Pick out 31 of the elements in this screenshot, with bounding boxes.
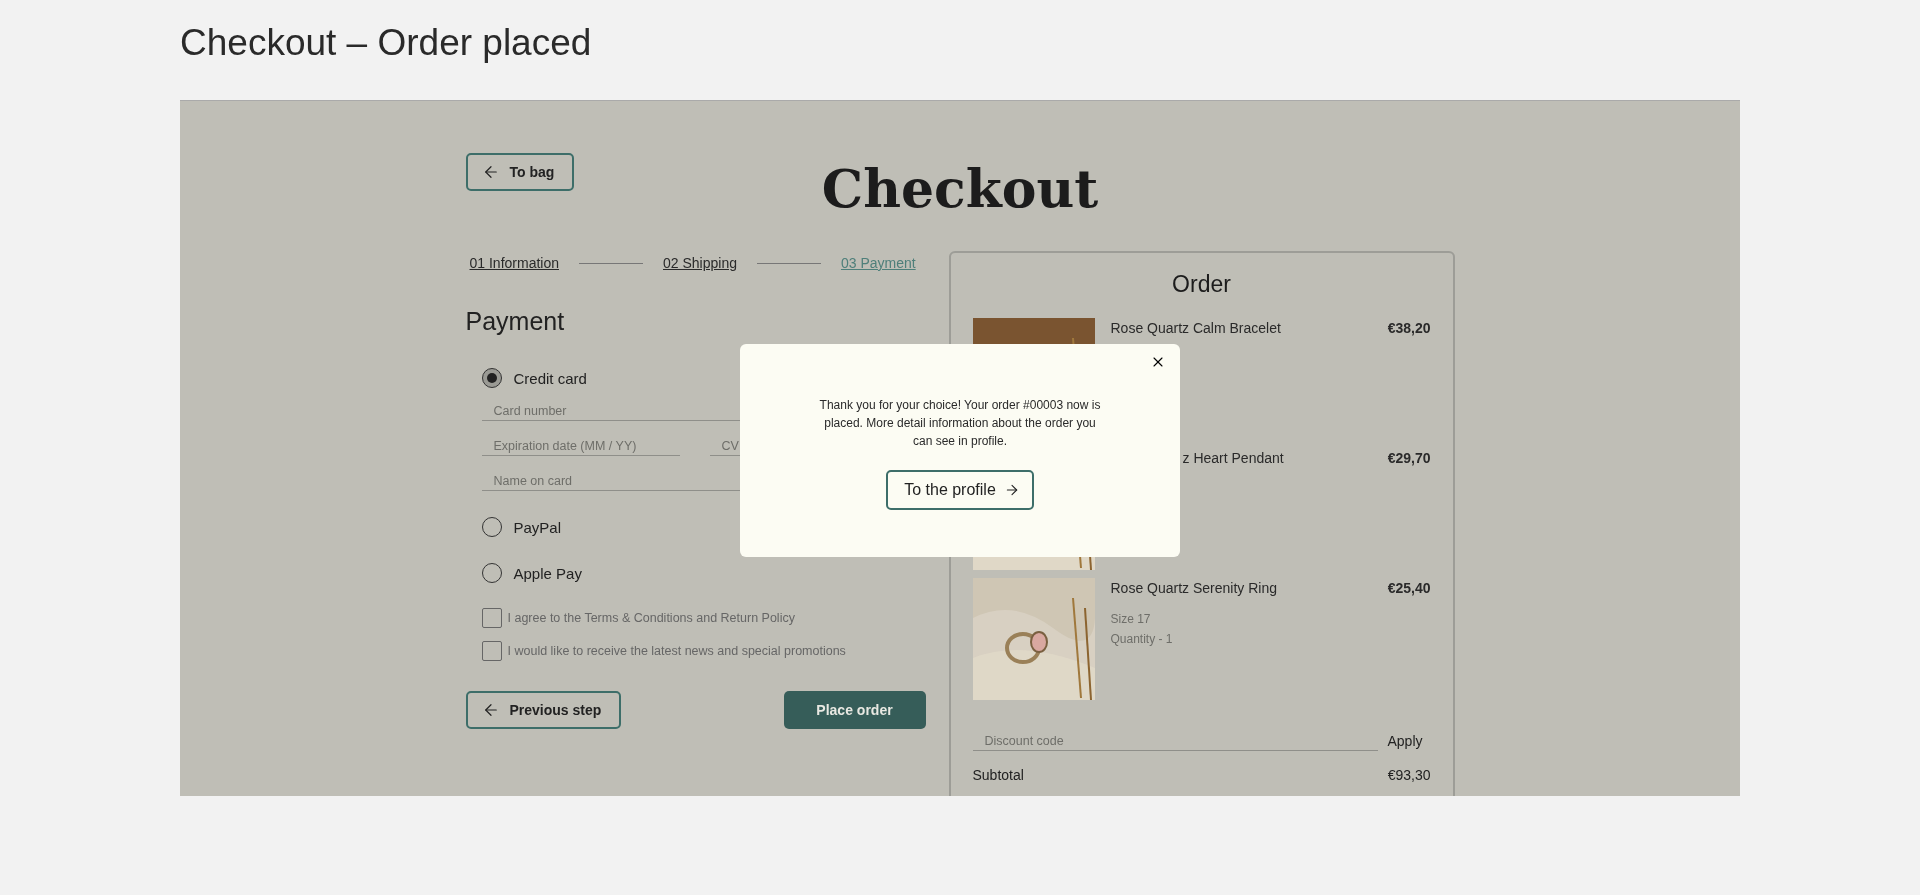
product-name: Rose Quartz Calm Bracelet xyxy=(1110,320,1282,336)
checkbox-label: I agree to the Terms & Conditions and Return Policy xyxy=(507,611,795,625)
product-price: €29,70 xyxy=(1387,450,1431,468)
subtotal-label: Subtotal xyxy=(972,767,1024,783)
checkout-heading: Checkout xyxy=(821,157,1099,215)
back-button[interactable]: To bag xyxy=(465,153,575,191)
product-price: €25,40 xyxy=(1387,580,1431,598)
apply-button[interactable]: Apply xyxy=(1387,733,1423,751)
page-title: Checkout – Order placed xyxy=(179,21,593,65)
product-size: Size 17 xyxy=(1110,612,1152,626)
place-order-button[interactable]: Place order xyxy=(783,691,926,729)
product-price: €38,20 xyxy=(1387,320,1431,338)
panel-title: Order xyxy=(1171,271,1232,298)
checkbox[interactable] xyxy=(481,641,502,661)
product-name: Rose Quartz Serenity Ring xyxy=(1110,580,1279,596)
checkbox[interactable] xyxy=(481,608,502,628)
product-quantity: Quantity - 1 xyxy=(1110,632,1174,646)
radio-label: Credit card xyxy=(513,369,587,387)
section-title: Payment xyxy=(465,307,566,336)
checkbox-label: I would like to receive the latest news and special promotions xyxy=(507,644,846,658)
radio-label: PayPal xyxy=(513,518,562,536)
subtotal-value: €93,30 xyxy=(1387,767,1431,783)
radio-label: Apple Pay xyxy=(513,564,582,582)
discount-field[interactable]: Discount code xyxy=(972,730,1378,751)
product-name: z Heart Pendant xyxy=(1182,450,1285,466)
radio-button[interactable] xyxy=(481,368,502,388)
input-field[interactable]: Expiration date (MM / YY) xyxy=(481,435,680,456)
profile-button[interactable]: To the profile xyxy=(886,470,1034,510)
step-link[interactable]: 02 Shipping xyxy=(663,255,737,271)
previous-step-button[interactable]: Previous step xyxy=(465,691,622,729)
step-link[interactable]: 01 Information xyxy=(469,255,559,271)
